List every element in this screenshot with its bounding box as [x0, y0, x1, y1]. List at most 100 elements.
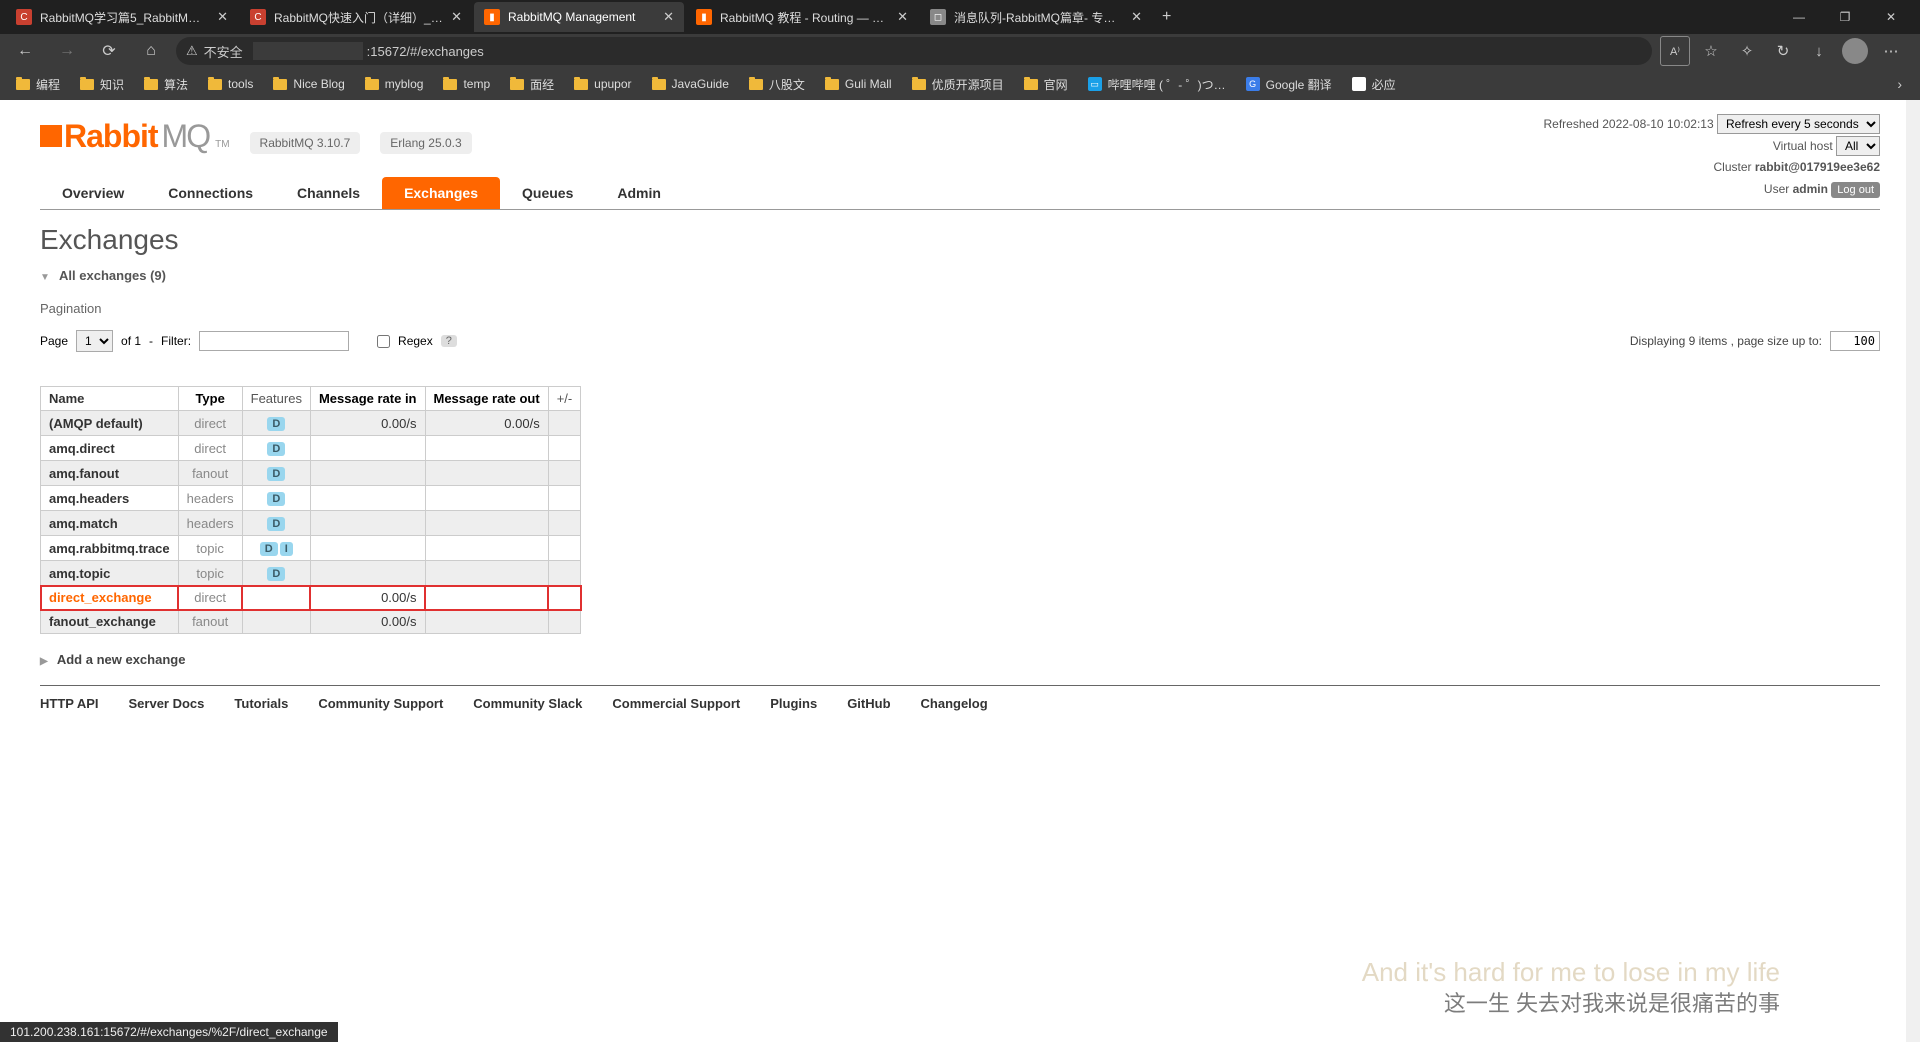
page-select[interactable]: 1 — [76, 330, 113, 352]
tab-favicon: ▮ — [484, 9, 500, 25]
add-exchange-toggle[interactable]: ▶ Add a new exchange — [40, 652, 1880, 667]
browser-tab[interactable]: CRabbitMQ快速入门（详细）_ka…✕ — [240, 2, 472, 32]
exchange-name-link[interactable]: amq.fanout — [41, 461, 179, 486]
bookmark-folder[interactable]: 面经 — [502, 72, 562, 97]
read-aloud-icon[interactable]: A⁾ — [1660, 36, 1690, 66]
regex-checkbox[interactable] — [377, 335, 390, 348]
footer-link[interactable]: Commercial Support — [612, 696, 740, 711]
th-plus-minus[interactable]: +/- — [548, 387, 581, 411]
nav-back-button[interactable]: ← — [8, 36, 42, 66]
nav-tab-overview[interactable]: Overview — [40, 177, 146, 209]
footer-link[interactable]: GitHub — [847, 696, 890, 711]
th-type[interactable]: Type — [178, 387, 242, 411]
footer-link[interactable]: Server Docs — [129, 696, 205, 711]
rate-out — [425, 511, 548, 536]
nav-forward-button[interactable]: → — [50, 36, 84, 66]
footer-link[interactable]: HTTP API — [40, 696, 99, 711]
filter-input[interactable] — [199, 331, 349, 351]
bookmark-folder[interactable]: myblog — [357, 73, 432, 95]
exchange-name-link[interactable]: fanout_exchange — [41, 610, 179, 634]
bookmark-folder[interactable]: 编程 — [8, 72, 68, 97]
browser-tab[interactable]: ▮RabbitMQ Management✕ — [474, 2, 684, 32]
bookmark-folder[interactable]: Guli Mall — [817, 73, 900, 95]
nav-refresh-button[interactable]: ⟳ — [92, 36, 126, 66]
bookmark-folder[interactable]: 算法 — [136, 72, 196, 97]
page-size-input[interactable] — [1830, 331, 1880, 351]
favorites-icon[interactable]: ☆ — [1696, 36, 1726, 66]
vhost-select[interactable]: All — [1836, 136, 1880, 156]
bookmark-link[interactable]: ▭哔哩哔哩 ( ゜- ゜)つ… — [1080, 72, 1234, 97]
nav-home-button[interactable]: ⌂ — [134, 36, 168, 66]
th-rate-out[interactable]: Message rate out — [425, 387, 548, 411]
tab-close-icon[interactable]: ✕ — [217, 9, 228, 25]
vhost-label: Virtual host — [1773, 139, 1833, 153]
bookmark-folder[interactable]: 知识 — [72, 72, 132, 97]
plus-minus-cell[interactable] — [548, 561, 581, 586]
footer-link[interactable]: Community Slack — [473, 696, 582, 711]
footer-link[interactable]: Tutorials — [234, 696, 288, 711]
bookmark-folder[interactable]: 八股文 — [741, 72, 813, 97]
exchange-name-link[interactable]: amq.rabbitmq.trace — [41, 536, 179, 561]
bookmark-folder[interactable]: 官网 — [1016, 72, 1076, 97]
plus-minus-cell[interactable] — [548, 436, 581, 461]
plus-minus-cell[interactable] — [548, 461, 581, 486]
footer-link[interactable]: Changelog — [921, 696, 988, 711]
browser-tab[interactable]: CRabbitMQ学习篇5_RabbitMQ整…✕ — [6, 2, 238, 32]
exchange-name-link[interactable]: amq.direct — [41, 436, 179, 461]
plus-minus-cell[interactable] — [548, 536, 581, 561]
new-tab-button[interactable]: + — [1154, 4, 1179, 30]
th-name[interactable]: Name — [41, 387, 179, 411]
plus-minus-cell[interactable] — [548, 511, 581, 536]
tab-close-icon[interactable]: ✕ — [663, 9, 674, 25]
plus-minus-cell[interactable] — [548, 586, 581, 610]
feature-badge: D — [267, 417, 285, 431]
refresh-interval-select[interactable]: Refresh every 5 seconds — [1717, 114, 1880, 134]
bookmarks-overflow-button[interactable]: › — [1887, 72, 1912, 96]
tab-close-icon[interactable]: ✕ — [1131, 9, 1142, 25]
bookmark-folder[interactable]: JavaGuide — [644, 73, 737, 95]
nav-tab-channels[interactable]: Channels — [275, 177, 382, 209]
plus-minus-cell[interactable] — [548, 610, 581, 634]
th-rate-in[interactable]: Message rate in — [310, 387, 425, 411]
nav-tab-queues[interactable]: Queues — [500, 177, 595, 209]
tab-close-icon[interactable]: ✕ — [897, 9, 908, 25]
exchange-name-link[interactable]: amq.match — [41, 511, 179, 536]
nav-tab-exchanges[interactable]: Exchanges — [382, 177, 500, 209]
bookmark-link[interactable]: □必应 — [1344, 72, 1404, 97]
page-scrollbar[interactable] — [1906, 100, 1920, 1042]
nav-tab-admin[interactable]: Admin — [595, 177, 683, 209]
history-icon[interactable]: ↻ — [1768, 36, 1798, 66]
logout-button[interactable]: Log out — [1831, 182, 1880, 198]
minimize-button[interactable]: — — [1776, 2, 1822, 32]
browser-tab[interactable]: ◻消息队列-RabbitMQ篇章- 专栏 -…✕ — [920, 2, 1152, 32]
exchange-name-link[interactable]: (AMQP default) — [41, 411, 179, 436]
plus-minus-cell[interactable] — [548, 486, 581, 511]
regex-help-icon[interactable]: ? — [441, 335, 457, 347]
tab-close-icon[interactable]: ✕ — [451, 9, 462, 25]
exchange-name-link[interactable]: amq.headers — [41, 486, 179, 511]
bookmark-folder[interactable]: upupor — [566, 73, 639, 95]
exchange-features: D — [242, 411, 310, 436]
exchange-name-link[interactable]: direct_exchange — [41, 586, 179, 610]
more-menu-icon[interactable]: ⋯ — [1876, 36, 1906, 66]
plus-minus-cell[interactable] — [548, 411, 581, 436]
nav-tab-connections[interactable]: Connections — [146, 177, 275, 209]
bookmark-folder[interactable]: 优质开源项目 — [904, 72, 1012, 97]
footer-link[interactable]: Community Support — [318, 696, 443, 711]
footer-link[interactable]: Plugins — [770, 696, 817, 711]
downloads-icon[interactable]: ↓ — [1804, 36, 1834, 66]
all-exchanges-toggle[interactable]: ▼ All exchanges (9) — [40, 264, 1880, 293]
bookmark-folder[interactable]: Nice Blog — [265, 73, 352, 95]
table-row: amq.headers headers D — [41, 486, 581, 511]
exchange-name-link[interactable]: amq.topic — [41, 561, 179, 586]
close-button[interactable]: ✕ — [1868, 2, 1914, 32]
bookmark-folder[interactable]: temp — [435, 73, 498, 95]
maximize-button[interactable]: ❐ — [1822, 2, 1868, 32]
bookmark-link[interactable]: GGoogle 翻译 — [1238, 72, 1340, 97]
browser-tab[interactable]: ▮RabbitMQ 教程 - Routing — Rab…✕ — [686, 2, 918, 32]
url-field[interactable]: ⚠ 不安全 :15672/#/exchanges — [176, 37, 1652, 65]
bookmark-folder[interactable]: tools — [200, 73, 261, 95]
extensions-icon[interactable]: ✧ — [1732, 36, 1762, 66]
profile-avatar[interactable] — [1840, 36, 1870, 66]
rate-out — [425, 586, 548, 610]
